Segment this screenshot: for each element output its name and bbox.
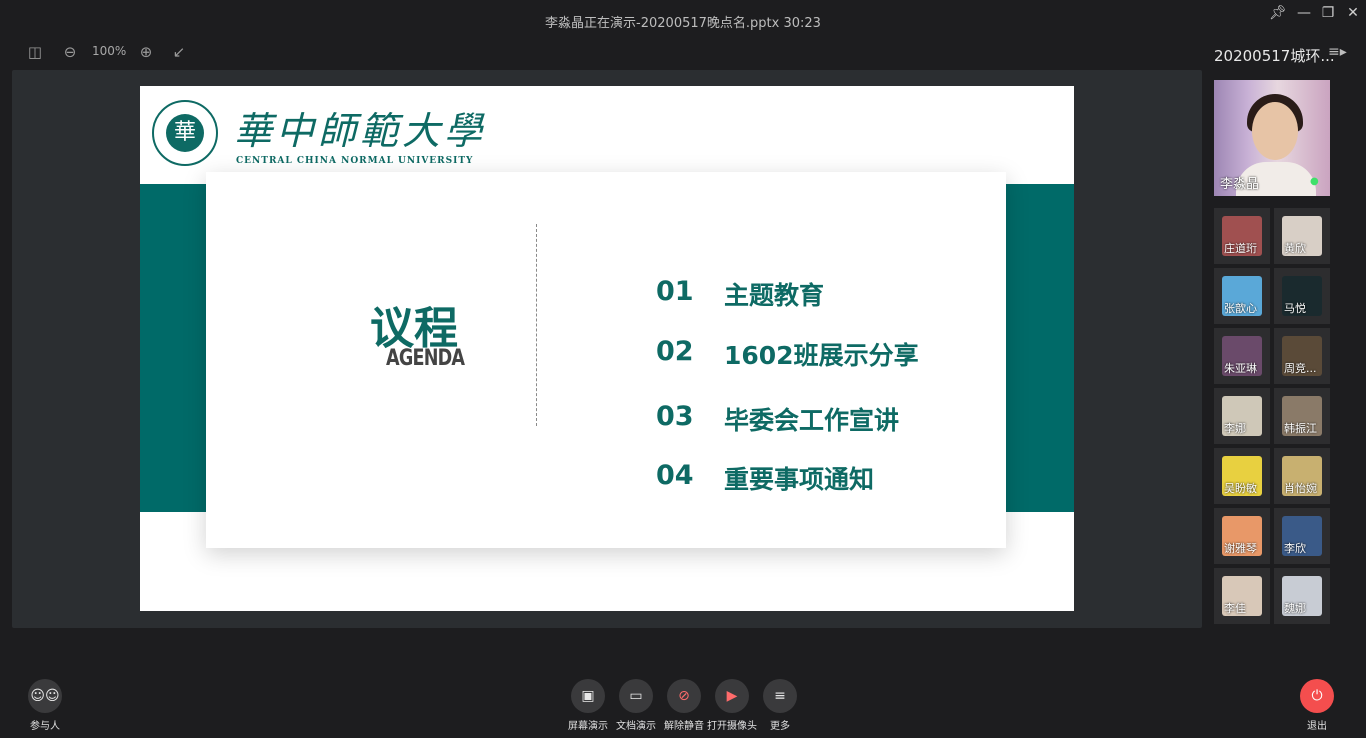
participant-name: 李娜 (1224, 422, 1246, 435)
folder-icon: ▭ (629, 688, 643, 704)
menu-icon: ≡ (774, 688, 786, 704)
unmute-button[interactable]: ⊘ (667, 679, 701, 713)
university-logo-en: CENTRAL CHINA NORMAL UNIVERSITY (236, 156, 474, 166)
agenda-item-text: 1602班展示分享 (724, 341, 919, 370)
participant-name: 肖怡婉 (1284, 482, 1317, 495)
unmute-label: 解除静音 (664, 721, 704, 732)
agenda-card: 议程 AGENDA 01 主题教育 02 1602班展示分享 03 毕委会工作宣… (206, 172, 1006, 548)
participant-name: 魏娜 (1284, 602, 1306, 615)
camera-button[interactable]: ▶ (715, 679, 749, 713)
participant-name: 黄欣 (1284, 242, 1306, 255)
people-icon: ☺☺ (30, 688, 60, 704)
participant-tile[interactable]: 李欣 (1274, 508, 1330, 564)
participant-name: 朱亚琳 (1224, 362, 1257, 375)
sidebar-toggle-icon[interactable]: ◫ (25, 43, 45, 61)
participant-name: 吴盼敏 (1224, 482, 1257, 495)
screen-share-label: 屏幕演示 (568, 721, 608, 732)
university-seal: 華 (152, 100, 218, 166)
participant-tile[interactable]: 谢雅琴 (1214, 508, 1270, 564)
host-name: 李淼晶 (1220, 177, 1260, 192)
mic-active-icon: ● (1310, 176, 1319, 187)
minimize-icon[interactable]: — (1293, 4, 1315, 22)
zoom-level: 100% (92, 44, 127, 58)
close-icon[interactable]: ✕ (1342, 4, 1364, 22)
agenda-divider (536, 224, 537, 426)
power-icon: ⏻ (1311, 688, 1323, 704)
agenda-item-number: 02 (656, 336, 694, 367)
agenda-item-text: 毕委会工作宣讲 (724, 406, 900, 435)
participant-tile[interactable]: 肖怡婉 (1274, 448, 1330, 504)
participant-tile[interactable]: 李娜 (1214, 388, 1270, 444)
camera-off-icon: ▶ (726, 688, 738, 704)
pin-icon[interactable]: 📌︎ (1267, 4, 1289, 22)
zoom-out-icon[interactable]: ⊖ (60, 43, 80, 61)
zoom-in-icon[interactable]: ⊕ (136, 43, 156, 61)
participants-label: 参与人 (30, 721, 60, 732)
agenda-item-text: 主题教育 (724, 281, 825, 310)
presentation-slide: 華 華中師範大學 CENTRAL CHINA NORMAL UNIVERSITY… (140, 86, 1074, 611)
shrink-icon[interactable]: ↙ (169, 43, 189, 61)
exit-button[interactable]: ⏻ (1300, 679, 1334, 713)
participant-name: 谢雅琴 (1224, 542, 1257, 555)
meeting-name: 20200517城环... (1214, 47, 1335, 65)
participant-tile[interactable]: 马悦 (1274, 268, 1330, 324)
exit-label: 退出 (1307, 721, 1327, 732)
participant-name: 马悦 (1284, 302, 1306, 315)
screen-share-button[interactable]: ▣ (571, 679, 605, 713)
restore-icon[interactable]: ❐ (1317, 4, 1339, 22)
participant-name: 庄道珩 (1224, 242, 1257, 255)
screen-share-icon: ▣ (581, 688, 595, 704)
participant-tile[interactable]: 韩振江 (1274, 388, 1330, 444)
participant-tile[interactable]: 李佳 (1214, 568, 1270, 624)
host-face (1252, 102, 1298, 160)
participant-tile[interactable]: 黄欣 (1274, 208, 1330, 264)
university-logo-cn: 華中師範大學 (234, 109, 487, 153)
participant-name: 周竞... (1284, 362, 1317, 375)
participants-button[interactable]: ☺☺ (28, 679, 62, 713)
participant-name: 韩振江 (1284, 422, 1317, 435)
participant-name: 张歆心 (1224, 302, 1257, 315)
agenda-item-text: 重要事项通知 (724, 465, 875, 494)
agenda-item-number: 01 (656, 276, 694, 307)
mic-muted-icon: ⊘ (678, 688, 690, 704)
host-video-tile[interactable]: 李淼晶 ● (1214, 80, 1330, 196)
participant-tile[interactable]: 庄道珩 (1214, 208, 1270, 264)
member-list-icon[interactable]: ≡▸ (1328, 44, 1347, 60)
participant-tile[interactable]: 魏娜 (1274, 568, 1330, 624)
participant-name: 李欣 (1284, 542, 1306, 555)
agenda-item-number: 03 (656, 401, 694, 432)
seal-char: 華 (166, 114, 204, 152)
doc-share-button[interactable]: ▭ (619, 679, 653, 713)
participant-tile[interactable]: 朱亚琳 (1214, 328, 1270, 384)
agenda-item-number: 04 (656, 460, 694, 491)
participant-tile[interactable]: 周竞... (1274, 328, 1330, 384)
participant-tile[interactable]: 张歆心 (1214, 268, 1270, 324)
more-button[interactable]: ≡ (763, 679, 797, 713)
window-title: 李淼晶正在演示-20200517晚点名.pptx 30:23 (545, 16, 821, 31)
camera-label: 打开摄像头 (707, 721, 757, 732)
more-label: 更多 (770, 721, 790, 732)
participant-tile[interactable]: 吴盼敏 (1214, 448, 1270, 504)
participant-name: 李佳 (1224, 602, 1246, 615)
agenda-heading-en: AGENDA (386, 346, 465, 371)
doc-share-label: 文档演示 (616, 721, 656, 732)
